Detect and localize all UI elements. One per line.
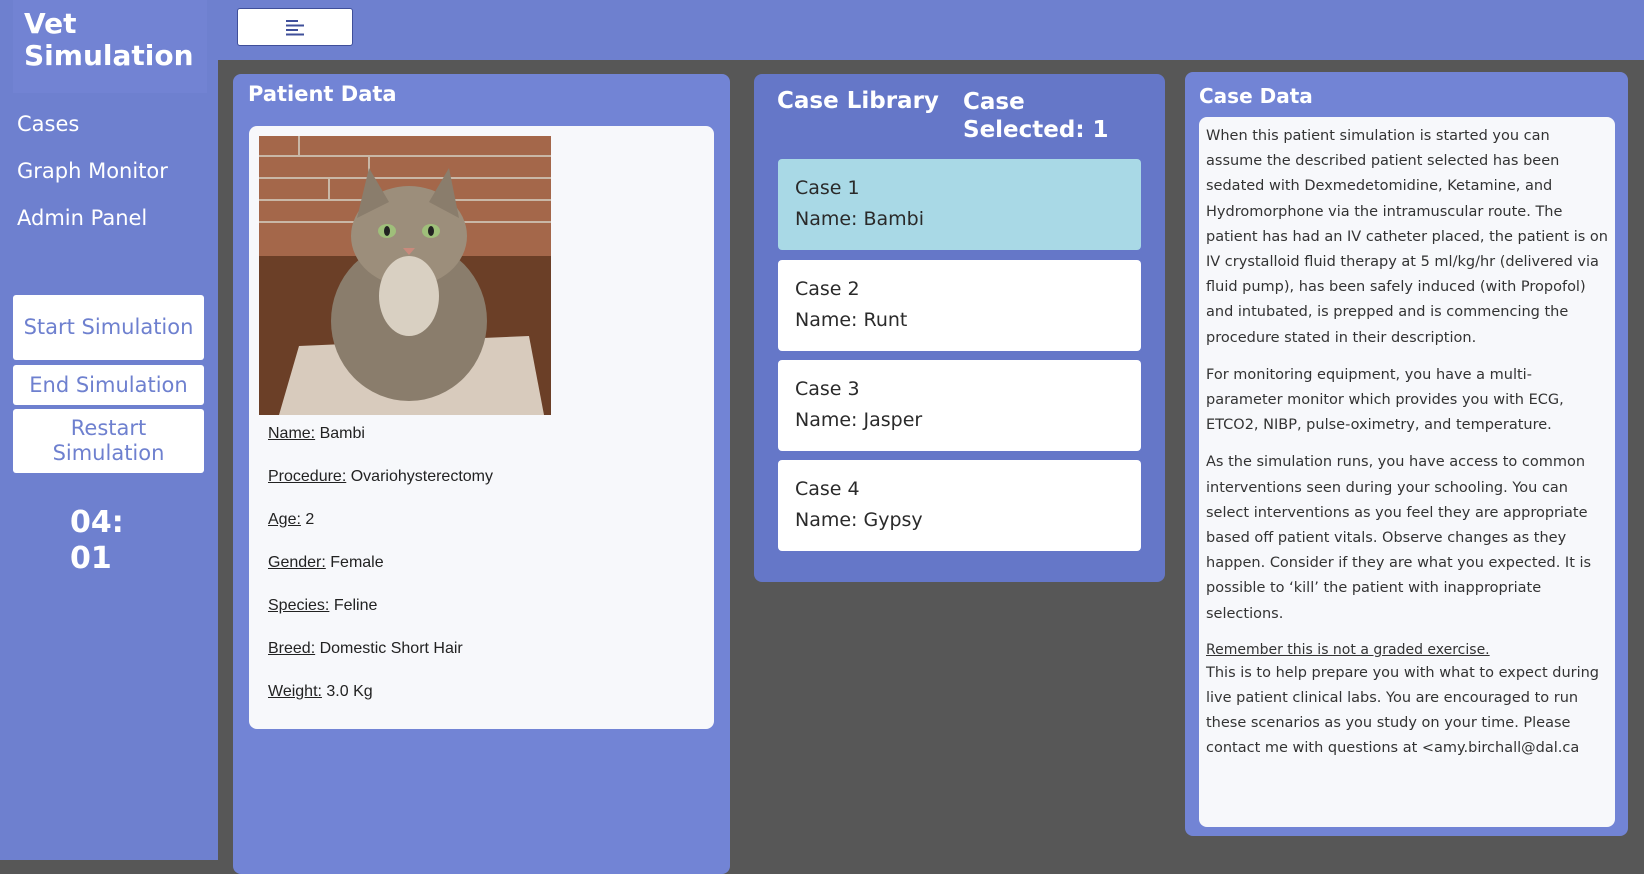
patient-weight-field: Weight: 3.0 Kg	[268, 683, 373, 700]
case-patient-name: Name: Gypsy	[795, 509, 923, 531]
case-patient-name: Name: Jasper	[795, 409, 923, 431]
patient-age-field: Age: 2	[268, 511, 315, 528]
case-card-2[interactable]: Case 2 Name: Runt	[778, 260, 1141, 351]
case-card-1[interactable]: Case 1 Name: Bambi	[778, 159, 1141, 250]
patient-photo	[259, 136, 551, 415]
case-patient-name: Name: Bambi	[795, 208, 925, 230]
patient-data-title: Patient Data	[248, 82, 397, 106]
patient-procedure-field: Procedure: Ovariohysterectomy	[268, 468, 493, 485]
app-title: Vet Simulation	[13, 0, 207, 93]
interventions-paragraph: As the simulation runs, you have access …	[1206, 454, 1592, 622]
nav-item-cases[interactable]: Cases	[17, 106, 168, 153]
case-number: Case 1	[795, 177, 860, 199]
menu-icon	[286, 20, 304, 36]
top-bar	[218, 0, 1644, 60]
case-number: Case 4	[795, 478, 860, 500]
restart-simulation-button[interactable]: Restart Simulation	[13, 409, 204, 473]
case-number: Case 2	[795, 278, 860, 300]
nav-item-graph-monitor[interactable]: Graph Monitor	[17, 153, 168, 200]
start-simulation-button[interactable]: Start Simulation	[13, 295, 204, 360]
nav-item-admin-panel[interactable]: Admin Panel	[17, 200, 168, 247]
patient-species-field: Species: Feline	[268, 597, 378, 614]
case-number: Case 3	[795, 378, 860, 400]
case-card-4[interactable]: Case 4 Name: Gypsy	[778, 460, 1141, 551]
patient-gender-field: Gender: Female	[268, 554, 384, 571]
case-data-card: When this patient simulation is started …	[1199, 117, 1615, 827]
case-card-3[interactable]: Case 3 Name: Jasper	[778, 360, 1141, 451]
patient-name-field: Name: Bambi	[268, 425, 365, 442]
case-data-title: Case Data	[1199, 84, 1313, 108]
not-graded-note: Remember this is not a graded exercise.	[1206, 641, 1490, 658]
sidebar-nav: Cases Graph Monitor Admin Panel	[17, 106, 168, 247]
case-patient-name: Name: Runt	[795, 309, 908, 331]
menu-toggle-button[interactable]	[237, 8, 353, 46]
monitoring-paragraph: For monitoring equipment, you have a mul…	[1206, 366, 1564, 434]
case-selected-label: Case Selected: 1	[963, 89, 1109, 143]
simulation-timer: 04:01	[70, 505, 124, 576]
sidebar: Vet Simulation Cases Graph Monitor Admin…	[0, 0, 218, 860]
patient-breed-field: Breed: Domestic Short Hair	[268, 640, 463, 657]
contact-paragraph: This is to help prepare you with what to…	[1206, 664, 1600, 757]
case-description-paragraph: When this patient simulation is started …	[1206, 128, 1608, 346]
end-simulation-button[interactable]: End Simulation	[13, 365, 204, 405]
case-library-title: Case Library	[777, 88, 939, 114]
